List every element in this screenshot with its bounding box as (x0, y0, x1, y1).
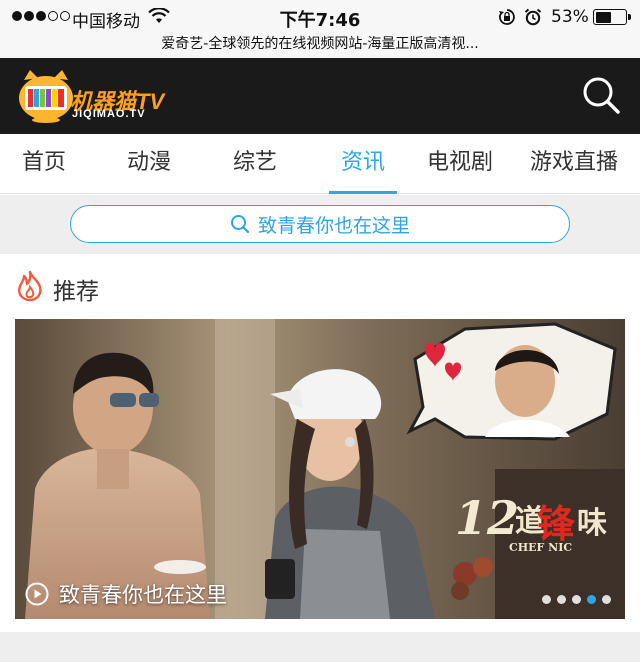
status-bar: 中国移动 下午7:46 53% 爱奇艺-全球领先的在线视频网站-海量正版高清视.… (0, 0, 640, 58)
search-input[interactable]: 致青春你也在这里 (70, 205, 570, 243)
search-icon (230, 215, 250, 234)
tab-news[interactable]: 资讯 (329, 134, 397, 194)
tab-game-live[interactable]: 游戏直播 (521, 134, 627, 194)
logo-subtext: JIQIMAO.TV (72, 108, 146, 120)
category-tabs: 首页 动漫 综艺 资讯 电视剧 游戏直播 (0, 134, 640, 194)
section-divider (0, 632, 640, 662)
banner-caption-text: 致青春你也在这里 (59, 583, 227, 607)
flame-icon (18, 270, 42, 302)
carousel-dot[interactable] (587, 595, 596, 604)
cat-tv-logo-icon[interactable] (16, 68, 76, 124)
section-title: 推荐 (53, 279, 99, 305)
battery-icon (593, 9, 631, 25)
rotation-lock-icon (499, 9, 515, 25)
play-icon (25, 582, 49, 606)
status-time: 下午7:46 (279, 10, 361, 31)
alarm-icon (524, 8, 542, 26)
featured-banner[interactable]: 12 道 锋 味 CHEF NIC 致青春你也在这里 (15, 319, 625, 619)
search-placeholder: 致青春你也在这里 (257, 214, 410, 237)
search-icon[interactable] (580, 74, 622, 116)
search-area: 致青春你也在这里 (0, 195, 640, 254)
svg-text:CHEF NIC: CHEF NIC (509, 541, 572, 554)
recommend-header: 推荐 (0, 258, 640, 316)
carousel-dot[interactable] (557, 595, 566, 604)
page-title-bar[interactable]: 爱奇艺-全球领先的在线视频网站-海量正版高清视... (0, 33, 640, 53)
banner-caption[interactable]: 致青春你也在这里 (25, 579, 227, 609)
svg-text:锋: 锋 (537, 501, 576, 546)
carousel-indicator[interactable] (542, 595, 611, 604)
banner-image: 12 道 锋 味 CHEF NIC (15, 319, 625, 619)
tab-anime[interactable]: 动漫 (113, 134, 185, 194)
carousel-dot[interactable] (572, 595, 581, 604)
tab-home[interactable]: 首页 (8, 134, 80, 194)
carousel-dot[interactable] (542, 595, 551, 604)
tab-variety[interactable]: 综艺 (219, 134, 291, 194)
battery-percent: 53% (551, 7, 589, 27)
app-header: 机器猫TV JIQIMAO.TV (0, 58, 640, 134)
carousel-dot[interactable] (602, 595, 611, 604)
tab-tv-series[interactable]: 电视剧 (420, 134, 500, 194)
svg-text:味: 味 (577, 506, 607, 541)
svg-text:12: 12 (455, 491, 519, 545)
